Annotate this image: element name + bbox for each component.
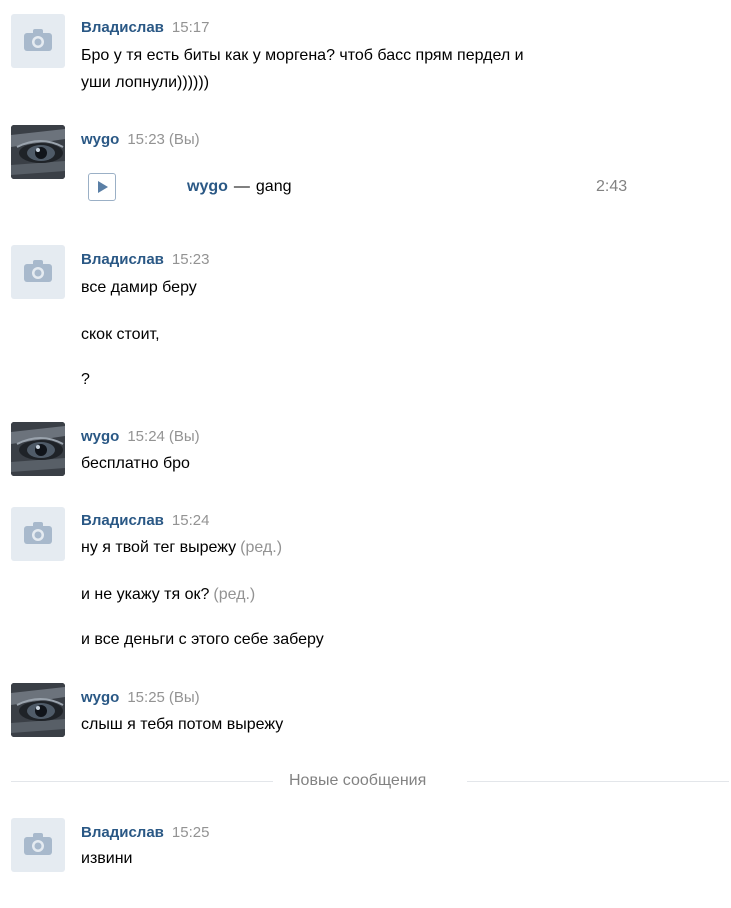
audio-duration: 2:43 <box>596 178 628 195</box>
you-label: (Вы) <box>168 131 200 148</box>
you-label: (Вы) <box>168 428 200 445</box>
user-avatar[interactable] <box>11 125 65 179</box>
eye-avatar-image <box>11 125 65 179</box>
camera-icon <box>24 833 52 855</box>
author-name[interactable]: wygo <box>81 428 119 445</box>
message-header: Владислав 15:17 <box>81 19 209 37</box>
edited-label: (ред.) <box>240 539 283 556</box>
message-header: wygo 15:25 (Вы) <box>81 689 200 707</box>
play-button[interactable] <box>88 173 116 201</box>
message-text: и не укажу тя ок? (ред.) <box>81 584 255 606</box>
author-name[interactable]: Владислав <box>81 251 164 268</box>
camera-avatar[interactable] <box>11 14 65 68</box>
user-avatar[interactable] <box>11 683 65 737</box>
eye-avatar-image <box>11 683 65 737</box>
message-text-content: ну я твой тег вырежу <box>81 539 237 556</box>
author-name[interactable]: wygo <box>81 131 119 148</box>
message-time[interactable]: 15:24 <box>172 512 210 529</box>
message-text: все дамир беру <box>81 279 197 296</box>
message-text: слыш я тебя потом вырежу <box>81 716 284 733</box>
camera-avatar[interactable] <box>11 507 65 561</box>
message-text: и все деньги с этого себе заберу <box>81 631 324 648</box>
message-time[interactable]: 15:24 <box>127 428 165 445</box>
message-header: Владислав 15:25 <box>81 824 209 842</box>
divider-line-right <box>467 781 729 782</box>
camera-icon <box>24 522 52 544</box>
camera-icon <box>24 260 52 282</box>
message-header: wygo 15:23 (Вы) <box>81 131 200 149</box>
message-time[interactable]: 15:25 <box>127 689 165 706</box>
message-time[interactable]: 15:23 <box>172 251 210 268</box>
edited-label: (ред.) <box>213 586 256 603</box>
camera-avatar[interactable] <box>11 818 65 872</box>
message-text: бесплатно бро <box>81 455 190 472</box>
message-text-content: и не укажу тя ок? <box>81 586 210 603</box>
audio-artist[interactable]: wygo <box>187 178 228 195</box>
author-name[interactable]: Владислав <box>81 824 164 841</box>
eye-avatar-image <box>11 422 65 476</box>
author-name[interactable]: Владислав <box>81 19 164 36</box>
message-text: ? <box>81 371 90 388</box>
message-text: ну я твой тег вырежу (ред.) <box>81 537 282 559</box>
camera-icon <box>24 29 52 51</box>
camera-avatar[interactable] <box>11 245 65 299</box>
message-text: уши лопнули)))))) <box>81 74 210 91</box>
message-text: Бро у тя есть биты как у моргена? чтоб б… <box>81 47 524 64</box>
you-label: (Вы) <box>168 689 200 706</box>
message-time[interactable]: 15:25 <box>172 824 210 841</box>
audio-separator: — <box>233 178 250 195</box>
message-time[interactable]: 15:23 <box>127 131 165 148</box>
new-messages-divider: Новые сообщения <box>289 772 427 789</box>
message-text: скок стоит, <box>81 326 160 343</box>
message-header: Владислав 15:24 <box>81 512 209 530</box>
play-icon <box>98 181 108 193</box>
message-header: wygo 15:24 (Вы) <box>81 428 200 446</box>
audio-title: gang <box>255 178 292 195</box>
message-text: извини <box>81 850 133 867</box>
user-avatar[interactable] <box>11 422 65 476</box>
author-name[interactable]: Владислав <box>81 512 164 529</box>
audio-track[interactable]: wygo — gang <box>187 177 291 197</box>
divider-line-left <box>11 781 273 782</box>
message-header: Владислав 15:23 <box>81 251 209 269</box>
message-time[interactable]: 15:17 <box>172 19 210 36</box>
author-name[interactable]: wygo <box>81 689 119 706</box>
